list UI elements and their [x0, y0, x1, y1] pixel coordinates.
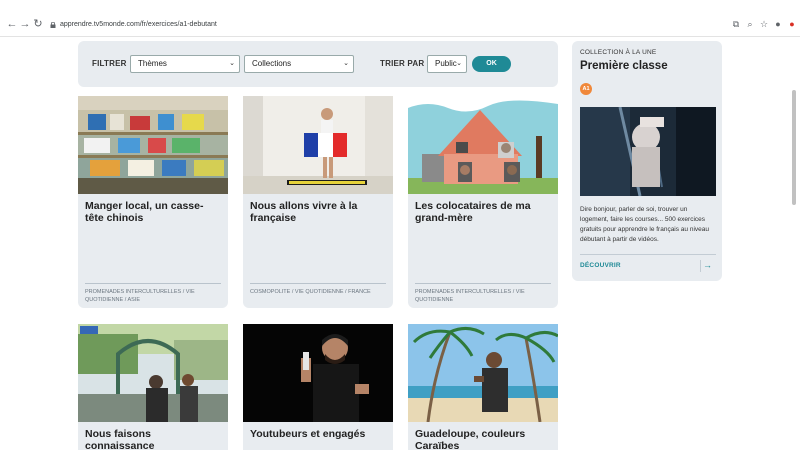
- themes-select-value: Thèmes: [138, 59, 167, 68]
- card-title[interactable]: Manger local, un casse-tête chinois: [85, 200, 221, 224]
- sort-select-value: Public: [435, 59, 457, 68]
- card-thumbnail-supermarket: [78, 96, 228, 194]
- card-divider: [85, 283, 221, 284]
- card-divider: [250, 283, 386, 284]
- extension-icon[interactable]: ●: [787, 19, 797, 29]
- featured-collection-panel: COLLECTION À LA UNE Première classe A1 D…: [572, 41, 722, 281]
- sort-select[interactable]: Public ⌄: [427, 55, 467, 73]
- scrollbar-thumb[interactable]: [792, 90, 796, 205]
- exercise-card[interactable]: Youtubeurs et engagés: [243, 324, 393, 450]
- exercise-card[interactable]: Nous allons vivre à la française COSMOPO…: [243, 96, 393, 308]
- card-thumbnail-metro-station: [78, 324, 228, 422]
- card-thumbnail-french-flag: [243, 96, 393, 194]
- zoom-icon[interactable]: ⌕: [745, 19, 755, 29]
- featured-collection-title[interactable]: Première classe: [580, 60, 668, 72]
- panel-divider: [580, 254, 716, 255]
- card-tags: COSMOPOLITE / VIE QUOTIDIENNE / FRANCE: [250, 289, 371, 295]
- featured-collection-description: Dire bonjour, parler de soi, trouver un …: [580, 206, 709, 243]
- card-title[interactable]: Youtubeurs et engagés: [250, 428, 386, 440]
- url-text: apprendre.tv5monde.com/fr/exercices/a1-d…: [60, 21, 217, 28]
- address-bar[interactable]: apprendre.tv5monde.com/fr/exercices/a1-d…: [48, 16, 800, 34]
- card-thumbnail-house-drawing: [408, 96, 558, 194]
- reload-icon[interactable]: ↻: [32, 18, 44, 30]
- featured-collection-kicker: COLLECTION À LA UNE: [580, 49, 657, 56]
- forward-icon[interactable]: →: [19, 18, 31, 30]
- chevron-down-icon: ⌄: [343, 60, 349, 67]
- card-title[interactable]: Nous allons vivre à la française: [250, 200, 386, 224]
- exercise-card[interactable]: Manger local, un casse-tête chinois PROM…: [78, 96, 228, 308]
- chevron-down-icon: ⌄: [456, 60, 462, 67]
- card-title[interactable]: Les colocataires de ma grand-mère: [415, 200, 551, 224]
- browser-toolbar: ← → ↻ apprendre.tv5monde.com/fr/exercice…: [0, 13, 800, 37]
- collections-select[interactable]: Collections ⌄: [244, 55, 354, 73]
- exercise-card[interactable]: Les colocataires de ma grand-mère PROMEN…: [408, 96, 558, 308]
- card-title[interactable]: Nous faisons connaissance: [85, 428, 221, 450]
- discover-link[interactable]: DÉCOUVRIR: [580, 262, 621, 269]
- back-icon[interactable]: ←: [6, 18, 18, 30]
- exercise-card[interactable]: Nous faisons connaissance: [78, 324, 228, 450]
- level-badge: A1: [580, 83, 592, 95]
- themes-select[interactable]: Thèmes ⌄: [130, 55, 240, 73]
- ok-button[interactable]: OK: [472, 56, 511, 72]
- exercise-card[interactable]: Guadeloupe, couleurs Caraïbes: [408, 324, 558, 450]
- card-thumbnail-beach: [408, 324, 558, 422]
- card-divider: [415, 283, 551, 284]
- translate-icon[interactable]: ⧉: [731, 19, 741, 29]
- star-icon[interactable]: ☆: [759, 19, 769, 29]
- filter-label: FILTRER: [92, 59, 127, 68]
- arrow-right-icon[interactable]: →: [700, 260, 714, 272]
- chevron-down-icon: ⌄: [229, 60, 235, 67]
- sort-label: TRIER PAR: [380, 59, 425, 68]
- account-icon[interactable]: ●: [773, 19, 783, 29]
- card-tags: PROMENADES INTERCULTURELLES / VIE QUOTID…: [85, 289, 195, 303]
- card-tags: PROMENADES INTERCULTURELLES / VIE QUOTID…: [415, 289, 525, 303]
- card-thumbnail-youtuber: [243, 324, 393, 422]
- collections-select-value: Collections: [252, 59, 292, 68]
- card-title[interactable]: Guadeloupe, couleurs Caraïbes: [415, 428, 551, 450]
- featured-collection-image: [580, 107, 716, 196]
